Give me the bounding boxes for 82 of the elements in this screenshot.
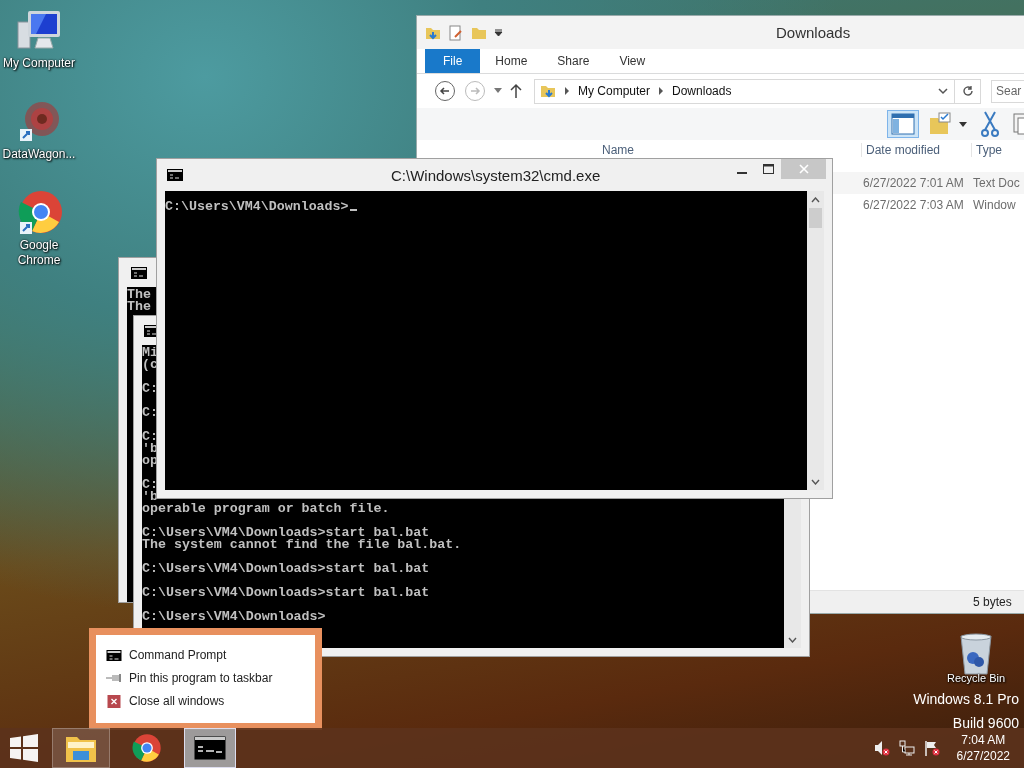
console-text: The bbox=[127, 301, 152, 313]
console-text: C: bbox=[142, 380, 159, 395]
jump-list-item[interactable]: Close all windows bbox=[96, 692, 296, 710]
console-icon bbox=[131, 266, 147, 279]
flag-icon[interactable] bbox=[923, 740, 940, 756]
close-icon bbox=[798, 164, 809, 174]
scissors-icon bbox=[981, 111, 999, 137]
scroll-up-icon[interactable] bbox=[811, 197, 820, 203]
ribbon-tab[interactable]: Share bbox=[542, 49, 605, 73]
chevron-icon bbox=[658, 87, 665, 95]
console-text: operable program or batch file. bbox=[142, 503, 391, 515]
console-text: The system cannot find the file bal.bat. bbox=[142, 539, 463, 551]
folder-check-icon bbox=[929, 112, 953, 136]
chevron-icon bbox=[564, 87, 570, 95]
console-text: C: bbox=[142, 428, 159, 443]
ribbon-tab[interactable]: Home bbox=[480, 49, 543, 73]
network-icon[interactable] bbox=[898, 740, 915, 756]
console-icon bbox=[106, 649, 122, 661]
dropdown-icon[interactable] bbox=[959, 121, 967, 127]
toolbar-button[interactable] bbox=[887, 110, 919, 138]
console-text: C:\Users\VM4\Downloads> bbox=[165, 201, 807, 213]
status-text: 5 bytes bbox=[973, 595, 1012, 609]
refresh-icon bbox=[961, 85, 974, 97]
console-text: C:\Users\VM4\Downloads>start bal.bat bbox=[142, 584, 431, 599]
console-text: The bbox=[127, 289, 152, 301]
desktop-icon-label[interactable]: DataWagon... bbox=[2, 147, 76, 162]
jump-list-item[interactable]: Pin this program to taskbar bbox=[96, 669, 296, 687]
ribbon-tab[interactable]: File bbox=[425, 49, 481, 73]
window-title: Downloads bbox=[776, 24, 851, 41]
address-bar[interactable]: My Computer Downloads bbox=[534, 78, 955, 104]
maximize-icon bbox=[762, 164, 774, 174]
clock-time[interactable]: 7:04 AM bbox=[961, 732, 1006, 748]
refresh-button[interactable] bbox=[955, 78, 981, 104]
back-icon[interactable] bbox=[434, 80, 456, 102]
desktop-icon-label[interactable]: Recycle Bin bbox=[946, 672, 1006, 684]
console-text: C: bbox=[142, 404, 159, 419]
breadcrumb-item[interactable]: Downloads bbox=[672, 84, 732, 98]
console-text: C: bbox=[142, 476, 159, 491]
os-version-text: Build 9600 bbox=[952, 714, 1019, 733]
taskbar-button[interactable] bbox=[184, 728, 236, 768]
window-title: C:\Windows\system32\cmd.exe bbox=[391, 167, 601, 184]
preview-pane-icon bbox=[891, 113, 915, 135]
scroll-down-icon[interactable] bbox=[788, 637, 797, 643]
ribbon-tab[interactable]: View bbox=[604, 49, 661, 73]
windows-logo-icon[interactable] bbox=[10, 734, 38, 762]
console-text: C:\Users\VM4\Downloads>start bal.bat bbox=[142, 524, 430, 539]
search-field[interactable]: Sear bbox=[991, 79, 1024, 103]
console-icon bbox=[194, 736, 226, 760]
up-arrow-icon[interactable] bbox=[510, 83, 522, 99]
desktop-icon-label[interactable]: My Computer bbox=[3, 56, 75, 71]
properties-icon[interactable] bbox=[448, 24, 464, 41]
folder-icon bbox=[540, 83, 556, 99]
os-version-text: Windows 8.1 Pro bbox=[913, 690, 1019, 709]
column-header[interactable]: Date modified bbox=[861, 143, 941, 157]
jump-list-item[interactable]: Command Prompt bbox=[96, 646, 296, 664]
console-icon bbox=[167, 169, 183, 181]
minimize-icon bbox=[737, 171, 747, 174]
table-cell-text: 6/27/2022 7:03 AM bbox=[862, 198, 965, 212]
table-cell-text: Text Doc bbox=[972, 176, 1021, 190]
recycle-bin-icon[interactable] bbox=[959, 632, 993, 676]
dropdown-icon[interactable] bbox=[938, 87, 948, 95]
pin-icon bbox=[106, 674, 122, 682]
scroll-down-icon[interactable] bbox=[811, 479, 820, 485]
chrome-icon[interactable] bbox=[16, 190, 62, 236]
scrollbar[interactable] bbox=[807, 191, 824, 490]
breadcrumb-item[interactable]: My Computer bbox=[578, 84, 651, 98]
console-text: C:\Users\VM4\Downloads>start bal.bat bbox=[142, 560, 431, 575]
text-cursor bbox=[349, 209, 357, 211]
column-header[interactable]: Type bbox=[971, 143, 1002, 157]
muted-speaker-icon[interactable] bbox=[873, 740, 890, 756]
scroll-thumb[interactable] bbox=[809, 208, 822, 228]
chrome-icon bbox=[132, 733, 162, 763]
desktop-icon-label[interactable]: Google Chrome bbox=[0, 238, 78, 268]
dropdown-icon[interactable] bbox=[494, 28, 503, 37]
table-cell-text: 6/27/2022 7:01 AM bbox=[862, 176, 965, 190]
close-icon bbox=[106, 694, 122, 708]
console-text: Mi bbox=[142, 347, 159, 359]
column-header[interactable]: Name bbox=[602, 143, 634, 157]
table-cell-text: Window bbox=[972, 198, 1017, 212]
clock-date[interactable]: 6/27/2022 bbox=[956, 748, 1010, 764]
console-text: (c bbox=[142, 359, 159, 371]
console-text: C:\Users\VM4\Downloads> bbox=[142, 608, 327, 623]
